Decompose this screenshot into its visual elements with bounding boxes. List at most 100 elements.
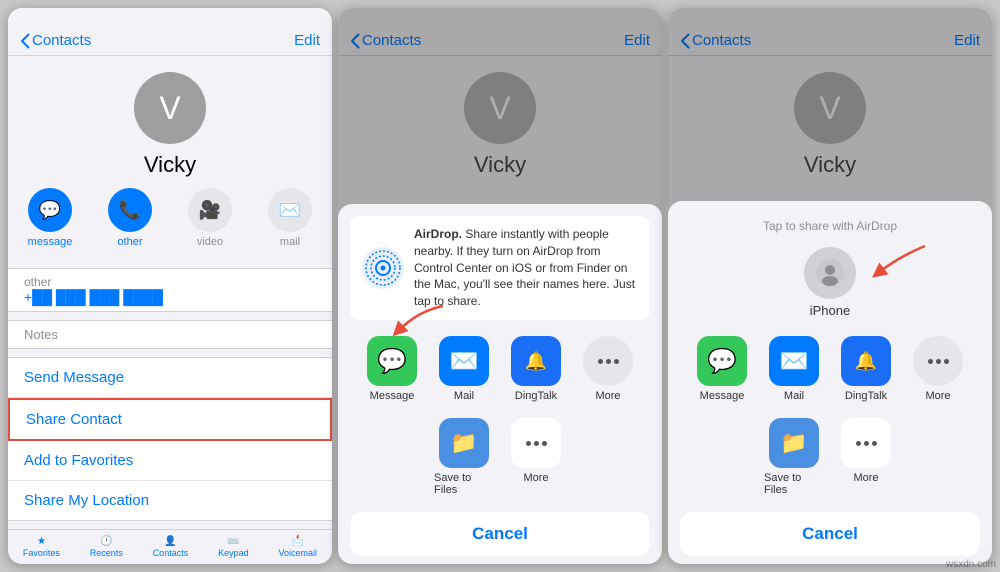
modal-overlay-2: AirDrop. Share instantly with people nea…: [338, 8, 662, 564]
back-label-1: Contacts: [32, 32, 91, 49]
message-share-label: Message: [370, 390, 415, 402]
cancel-button-2[interactable]: Cancel: [350, 512, 650, 556]
airdrop-device-container: iPhone: [680, 243, 980, 324]
share-apps-row-2: 💬 Message ✉️ Mail 🔔 DingTalk: [350, 332, 650, 406]
notes-section: Notes: [8, 320, 332, 349]
airdrop-header: Tap to share with AirDrop: [680, 213, 980, 235]
share-app-more[interactable]: More: [578, 336, 638, 402]
share-location-action[interactable]: Share My Location: [8, 481, 332, 520]
more-action-2[interactable]: More: [506, 418, 566, 496]
nav-bar-1: Contacts Edit: [8, 28, 332, 56]
more-action-icon-3: [841, 418, 891, 468]
share-app-dingtalk[interactable]: 🔔 DingTalk: [506, 336, 566, 402]
message-share-label-3: Message: [700, 390, 745, 402]
save-files-action[interactable]: 📁 Save to Files: [434, 418, 494, 496]
share-sheet-3: Tap to share with AirDrop: [668, 201, 992, 564]
more-action-label: More: [523, 472, 548, 484]
files-icon: 📁: [439, 418, 489, 468]
add-favorites-action[interactable]: Add to Favorites: [8, 441, 332, 481]
video-btn[interactable]: 🎥 video: [178, 188, 242, 248]
share-app-message[interactable]: 💬 Message: [362, 336, 422, 402]
tab-bar-1: ★Favorites 🕐Recents 👤Contacts ⌨️Keypad 📩…: [8, 529, 332, 564]
call-icon: 📞: [108, 188, 152, 232]
dingtalk-share-icon: 🔔: [511, 336, 561, 386]
tab-favorites[interactable]: ★Favorites: [23, 536, 60, 558]
share-apps-row-3: 💬 Message ✉️ Mail 🔔 DingTalk: [680, 332, 980, 406]
tab-keypad[interactable]: ⌨️Keypad: [218, 536, 249, 558]
modal-overlay-3: Tap to share with AirDrop: [668, 8, 992, 564]
screen-3: Contacts Edit V Vicky Tap to share with …: [668, 8, 992, 564]
share-contact-action[interactable]: Share Contact: [8, 398, 332, 441]
more-share-label: More: [595, 390, 620, 402]
airdrop-text: AirDrop. Share instantly with people nea…: [414, 226, 638, 310]
save-files-label: Save to Files: [434, 472, 494, 496]
airdrop-banner-container: AirDrop. Share instantly with people nea…: [350, 216, 650, 324]
message-share-icon: 💬: [367, 336, 417, 386]
more-dots-icon-3: [913, 336, 963, 386]
mail-label: mail: [280, 236, 300, 248]
message-label: message: [28, 236, 73, 248]
other-field-label: other: [24, 275, 316, 289]
video-label: video: [197, 236, 223, 248]
mail-btn[interactable]: ✉️ mail: [258, 188, 322, 248]
iphone-device-avatar: [804, 247, 856, 299]
tab-voicemail[interactable]: 📩Voicemail: [278, 536, 317, 558]
screen-2: Contacts Edit V Vicky: [338, 8, 662, 564]
share-app-dingtalk-3[interactable]: 🔔 DingTalk: [836, 336, 896, 402]
message-icon: 💬: [28, 188, 72, 232]
edit-button-1[interactable]: Edit: [294, 32, 320, 49]
tab-recents[interactable]: 🕐Recents: [90, 536, 123, 558]
share-app-message-3[interactable]: 💬 Message: [692, 336, 752, 402]
scroll-content-1: V Vicky 💬 message 📞 other 🎥 video: [8, 56, 332, 564]
other-field-value: +██ ███ ███ ████: [24, 289, 316, 305]
call-btn[interactable]: 📞 other: [98, 188, 162, 248]
airdrop-icon: [362, 247, 404, 289]
red-arrow-2: [860, 241, 930, 286]
save-files-label-3: Save to Files: [764, 472, 824, 496]
save-files-action-3[interactable]: 📁 Save to Files: [764, 418, 824, 496]
send-message-action[interactable]: Send Message: [8, 358, 332, 398]
share-app-more-3[interactable]: More: [908, 336, 968, 402]
files-icon-3: 📁: [769, 418, 819, 468]
dingtalk-share-label: DingTalk: [515, 390, 557, 402]
mail-icon: ✉️: [268, 188, 312, 232]
more-action-label-3: More: [853, 472, 878, 484]
watermark: wsxdn.com: [946, 559, 996, 570]
mail-share-icon: ✉️: [439, 336, 489, 386]
red-arrow-1: [388, 301, 448, 342]
dingtalk-share-icon-3: 🔔: [841, 336, 891, 386]
mail-share-icon-3: ✉️: [769, 336, 819, 386]
mail-share-label-3: Mail: [784, 390, 804, 402]
share-actions-row-2: 📁 Save to Files More: [350, 414, 650, 500]
dingtalk-share-label-3: DingTalk: [845, 390, 887, 402]
more-dots-icon: [583, 336, 633, 386]
contact-header-1: V Vicky 💬 message 📞 other 🎥 video: [8, 56, 332, 268]
mail-share-label: Mail: [454, 390, 474, 402]
more-action-icon: [511, 418, 561, 468]
more-share-label-3: More: [925, 390, 950, 402]
tab-contacts[interactable]: 👤Contacts: [153, 536, 189, 558]
iphone-device-name: iPhone: [810, 303, 850, 318]
share-actions-row-3: 📁 Save to Files More: [680, 414, 980, 500]
list-actions-section: Send Message Share Contact Add to Favori…: [8, 357, 332, 521]
share-app-mail-3[interactable]: ✉️ Mail: [764, 336, 824, 402]
status-bar-1: [8, 8, 332, 28]
contact-actions-1: 💬 message 📞 other 🎥 video ✉️ mail: [8, 188, 332, 258]
message-share-icon-3: 💬: [697, 336, 747, 386]
notes-label: Notes: [24, 327, 316, 342]
video-icon: 🎥: [188, 188, 232, 232]
call-label: other: [117, 236, 142, 248]
cancel-button-3[interactable]: Cancel: [680, 512, 980, 556]
avatar-1: V: [134, 72, 206, 144]
airdrop-device-row: iPhone: [680, 243, 980, 324]
more-action-3[interactable]: More: [836, 418, 896, 496]
share-app-mail[interactable]: ✉️ Mail: [434, 336, 494, 402]
contact-name-1: Vicky: [144, 152, 196, 178]
app-container: Contacts Edit V Vicky 💬 message 📞 other: [0, 0, 1000, 572]
share-sheet-2: AirDrop. Share instantly with people nea…: [338, 204, 662, 564]
other-section: other +██ ███ ███ ████: [8, 268, 332, 312]
screen-1: Contacts Edit V Vicky 💬 message 📞 other: [8, 8, 332, 564]
airdrop-device-iphone[interactable]: iPhone: [804, 247, 856, 318]
back-button-1[interactable]: Contacts: [20, 32, 91, 49]
message-btn[interactable]: 💬 message: [18, 188, 82, 248]
